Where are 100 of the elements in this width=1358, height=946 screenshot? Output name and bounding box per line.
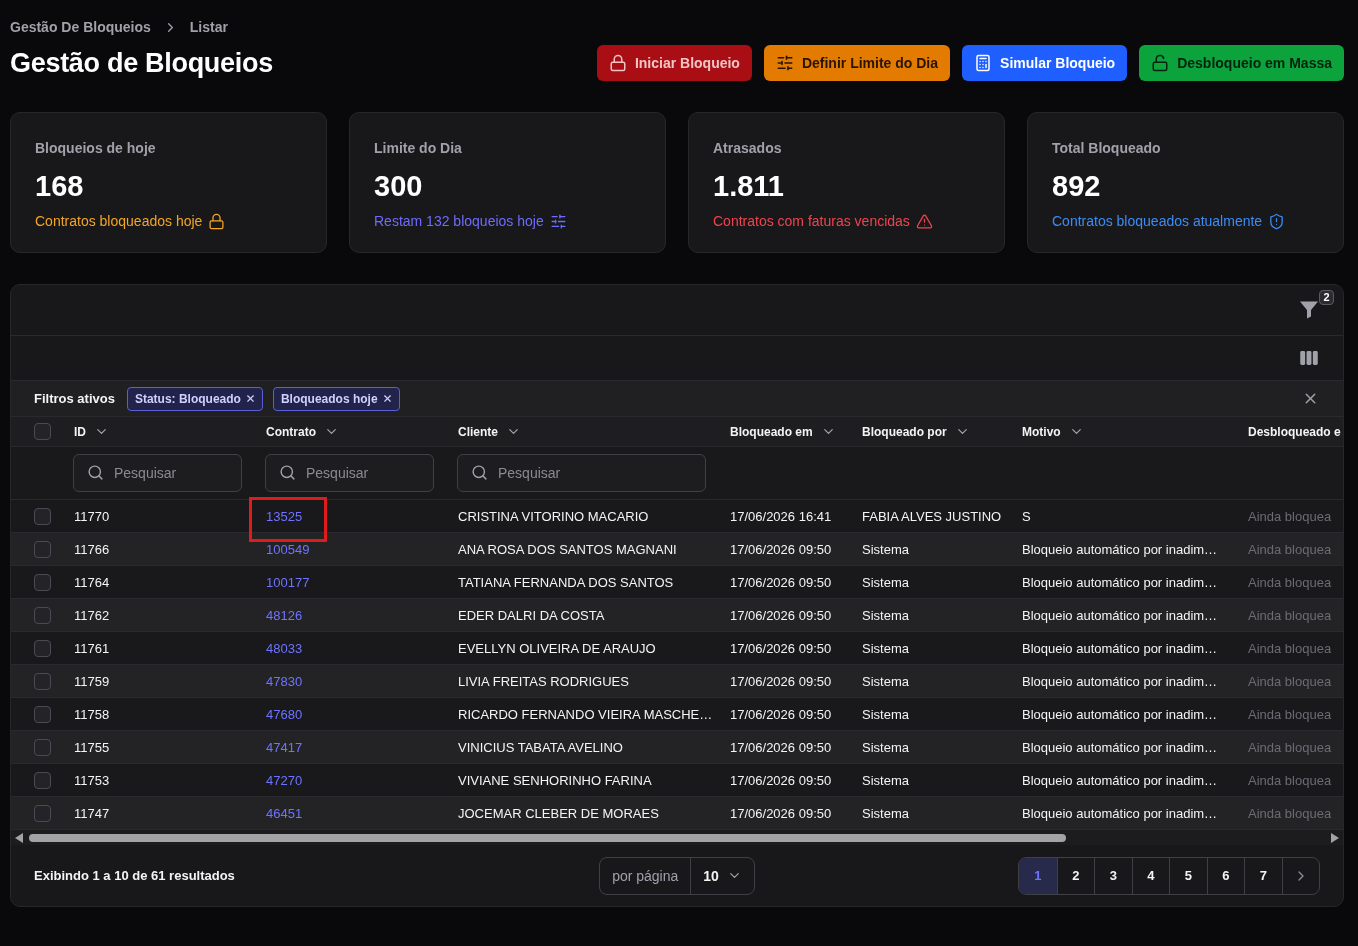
table-cell: FABIA ALVES JUSTINO (862, 508, 1002, 524)
table-cell: TATIANA FERNANDA DOS SANTOS (458, 574, 674, 590)
filters-label: Filtros ativos (34, 391, 115, 406)
filter-icon[interactable] (1300, 301, 1318, 319)
table-cell: 17/06/2026 16:41 (730, 508, 832, 524)
contract-link[interactable]: 13525 (266, 508, 303, 524)
page-button[interactable]: 2 (1056, 857, 1094, 894)
contract-link[interactable]: 47830 (266, 673, 303, 689)
search-field[interactable]: Pesquisar (265, 454, 434, 492)
table-cell: Sistema (862, 739, 909, 755)
checkbox[interactable] (34, 705, 51, 723)
table-cell: Sistema (862, 805, 909, 821)
stat-label: Total Bloqueado (1052, 140, 1161, 156)
column-header[interactable]: ID (74, 424, 109, 439)
checkbox[interactable] (34, 639, 51, 657)
table-cell: EVELLYN OLIVEIRA DE ARAUJO (458, 640, 656, 656)
contract-link[interactable]: 47680 (266, 706, 303, 722)
table-cell: 17/06/2026 09:50 (730, 673, 832, 689)
action-button[interactable]: Desbloqueio em Massa (1139, 45, 1344, 81)
scroll-right-icon[interactable] (1331, 832, 1339, 843)
scroll-left-icon[interactable] (15, 832, 23, 843)
table-cell: Bloqueio automático por inadim… (1022, 772, 1218, 788)
table-cell: Ainda bloquea (1248, 706, 1332, 722)
contract-link[interactable]: 47270 (266, 772, 303, 788)
search-field[interactable]: Pesquisar (73, 454, 242, 492)
table-cell: 17/06/2026 09:50 (730, 640, 832, 656)
columns-icon[interactable] (1300, 351, 1318, 365)
contract-link[interactable]: 48033 (266, 640, 303, 656)
close-icon (381, 393, 393, 404)
stat-value: 300 (374, 169, 423, 203)
contract-link[interactable]: 46451 (266, 805, 303, 821)
table-cell: 11761 (74, 640, 110, 656)
checkbox[interactable] (34, 804, 51, 822)
stat-label: Atrasados (713, 140, 782, 156)
table-cell: 17/06/2026 09:50 (730, 607, 832, 623)
checkbox[interactable] (34, 507, 51, 525)
sliders-icon (549, 212, 567, 230)
action-button[interactable]: Simular Bloqueio (962, 45, 1128, 81)
column-header[interactable]: Cliente (458, 424, 521, 439)
table-cell: RICARDO FERNANDO VIEIRA MASCHE… (458, 706, 713, 722)
filter-chip[interactable]: Status: Bloqueado (126, 386, 263, 411)
column-header[interactable]: Bloqueado por (862, 424, 970, 439)
table-cell: 17/06/2026 09:50 (730, 772, 832, 788)
table-cell: LIVIA FREITAS RODRIGUES (458, 673, 629, 689)
action-button[interactable]: Iniciar Bloqueio (596, 45, 752, 81)
page-button[interactable]: 7 (1244, 857, 1282, 894)
search-icon (279, 464, 296, 481)
page-button[interactable]: 4 (1131, 857, 1169, 894)
scrollbar-thumb[interactable] (29, 833, 1066, 842)
breadcrumb-link[interactable]: Listar (189, 19, 228, 35)
table-cell: Bloqueio automático por inadim… (1022, 607, 1218, 623)
column-header[interactable]: Contrato (266, 424, 339, 439)
per-page-label: por página (600, 857, 692, 894)
table-cell: Bloqueio automático por inadim… (1022, 739, 1218, 755)
checkbox[interactable] (34, 423, 51, 440)
table-cell: 11758 (74, 706, 110, 722)
checkbox[interactable] (34, 540, 51, 558)
checkbox[interactable] (34, 672, 51, 690)
stat-label: Limite do Dia (374, 140, 462, 156)
table-cell: Bloqueio automático por inadim… (1022, 805, 1218, 821)
table-cell: Ainda bloquea (1248, 772, 1332, 788)
table-cell: Ainda bloquea (1248, 541, 1332, 557)
page-title: Gestão de Bloqueios (10, 47, 273, 79)
table-cell: 11747 (74, 805, 110, 821)
search-icon (471, 464, 488, 481)
calculator-icon (974, 54, 993, 72)
per-page-select[interactable]: 10 (691, 857, 754, 894)
checkbox[interactable] (34, 606, 51, 624)
table-cell: Ainda bloquea (1248, 607, 1332, 623)
page-button[interactable]: 6 (1206, 857, 1244, 894)
table-cell: ANA ROSA DOS SANTOS MAGNANI (458, 541, 677, 557)
contract-link[interactable]: 48126 (266, 607, 303, 623)
table-cell: JOCEMAR CLEBER DE MORAES (458, 805, 659, 821)
close-icon (244, 393, 256, 404)
table-cell: 17/06/2026 09:50 (730, 739, 832, 755)
page-button[interactable]: 3 (1094, 857, 1132, 894)
table-cell: Sistema (862, 607, 909, 623)
table-cell: Bloqueio automático por inadim… (1022, 673, 1218, 689)
column-header[interactable]: Desbloqueado e (1248, 424, 1341, 439)
table-cell: S (1022, 508, 1031, 524)
table-cell: Bloqueio automático por inadim… (1022, 574, 1218, 590)
checkbox[interactable] (34, 573, 51, 591)
filter-chip[interactable]: Bloqueados hoje (272, 386, 400, 411)
table-cell: Sistema (862, 541, 909, 557)
contract-link[interactable]: 100177 (266, 574, 310, 590)
action-button[interactable]: Definir Limite do Dia (763, 45, 951, 81)
column-header[interactable]: Bloqueado em (730, 424, 836, 439)
search-field[interactable]: Pesquisar (457, 454, 706, 492)
page-button[interactable]: 1 (1019, 857, 1057, 894)
table-cell: Ainda bloquea (1248, 739, 1332, 755)
breadcrumb-link[interactable]: Gestão De Bloqueios (10, 19, 151, 35)
contract-link[interactable]: 47417 (266, 739, 303, 755)
table-cell: Ainda bloquea (1248, 640, 1332, 656)
checkbox[interactable] (34, 771, 51, 789)
checkbox[interactable] (34, 738, 51, 756)
column-header[interactable]: Motivo (1022, 424, 1084, 439)
table-cell: Ainda bloquea (1248, 673, 1332, 689)
page-button[interactable]: 5 (1169, 857, 1207, 894)
table-cell: 17/06/2026 09:50 (730, 574, 832, 590)
contract-link[interactable]: 100549 (266, 541, 310, 557)
